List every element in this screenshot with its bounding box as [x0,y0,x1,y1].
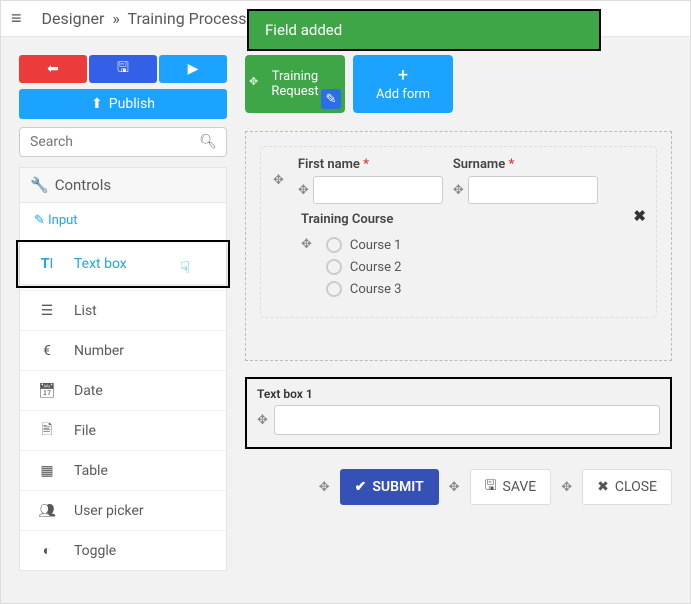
breadcrumb-page: Training Process [128,9,247,28]
input-category[interactable]: Input [20,203,226,238]
upload-icon: ⬆ [91,96,103,112]
form-canvas: Field added ✥ Training Request ✎ + Add f… [245,55,672,571]
form-tab-training-request[interactable]: ✥ Training Request ✎ [245,55,345,113]
calendar-icon: 📅︎ [38,383,56,399]
wrench-icon: 🔧 [30,176,49,194]
delete-field-button[interactable]: ✖ [633,207,646,225]
move-icon[interactable]: ✥ [249,75,258,88]
search-input[interactable] [19,127,227,157]
users-icon: 👥︎ [38,503,56,519]
cursor-icon: ☟ [180,258,190,277]
course-option[interactable]: Course 1 [326,237,402,253]
close-button[interactable]: ✖ CLOSE [582,469,672,505]
first-name-label: First name * [298,157,443,172]
training-course-label: Training Course [301,212,644,227]
control-text-box[interactable]: TI Text box ☟ [20,244,226,284]
breadcrumb: Designer » Training Process [42,9,247,28]
publish-label: Publish [109,96,155,112]
control-user-picker[interactable]: 👥︎ User picker [20,490,226,530]
form-drop-area[interactable]: ✖ ✥ First name * ✥ Surname * [245,131,672,361]
euro-icon: € [38,343,56,359]
control-list[interactable]: ☰ List [20,290,226,330]
move-icon[interactable]: ✥ [273,173,284,188]
search-icon[interactable]: 🔍︎ [199,134,217,150]
textbox-label: Text box 1 [257,387,660,401]
list-icon: ☰ [38,303,56,319]
surname-label: Surname * [453,157,598,172]
surname-input[interactable] [468,176,598,204]
course-option[interactable]: Course 3 [326,281,402,297]
publish-button[interactable]: ⬆ Publish [19,89,227,119]
back-button[interactable]: ⬅ [19,55,87,83]
controls-header: 🔧 Controls [19,167,227,202]
file-icon: 🖹 [38,419,56,443]
course-option[interactable]: Course 2 [326,259,402,275]
toast-notification: Field added [247,9,601,51]
move-icon[interactable]: ✥ [257,413,268,428]
save-button[interactable]: 🖫 [89,55,157,83]
save-form-button[interactable]: 🖫 SAVE [470,469,552,505]
text-icon: TI [38,256,56,272]
edit-form-button[interactable]: ✎ [321,89,341,109]
control-file[interactable]: 🖹 File [20,410,226,450]
textbox-input[interactable] [274,405,660,435]
move-icon[interactable]: ✥ [301,237,312,252]
field-group: ✖ ✥ First name * ✥ Surname * [260,146,657,318]
move-icon[interactable]: ✥ [561,480,572,495]
move-icon[interactable]: ✥ [453,183,464,198]
textbox-field-block: Text box 1 ✥ [245,377,672,449]
toggle-icon: ◐ [38,542,56,559]
control-toggle[interactable]: ◐ Toggle [20,530,226,570]
control-table[interactable]: ▦ Table [20,450,226,490]
submit-button[interactable]: ✔ SUBMIT [340,469,439,505]
menu-icon[interactable]: ≡ [11,8,22,29]
move-icon[interactable]: ✥ [449,480,460,495]
move-icon[interactable]: ✥ [319,480,330,495]
preview-button[interactable]: ▶ [159,55,227,83]
sidebar: ⬅ 🖫 ▶ ⬆ Publish 🔍︎ 🔧 Controls Input TI T… [19,55,227,571]
plus-icon: + [398,67,408,85]
move-icon[interactable]: ✥ [298,183,309,198]
first-name-input[interactable] [313,176,443,204]
control-number[interactable]: € Number [20,330,226,370]
add-form-button[interactable]: + Add form [353,55,453,113]
table-icon: ▦ [38,463,56,479]
control-date[interactable]: 📅︎ Date [20,370,226,410]
breadcrumb-root[interactable]: Designer [42,9,105,28]
